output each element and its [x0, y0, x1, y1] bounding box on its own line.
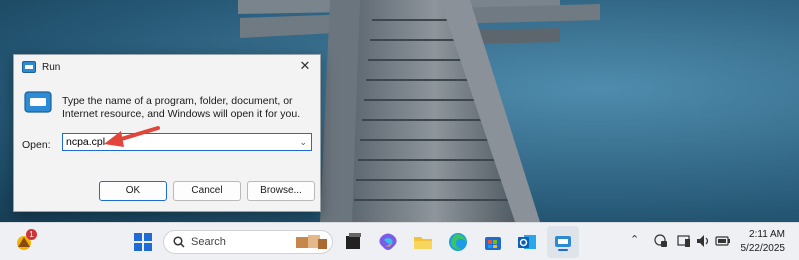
open-label: Open:: [22, 139, 51, 151]
open-input-value: ncpa.cpl: [66, 136, 106, 148]
chevron-down-icon[interactable]: ⌄: [299, 134, 307, 150]
file-explorer-icon[interactable]: [412, 231, 434, 253]
ok-button[interactable]: OK: [99, 181, 167, 201]
search-placeholder: Search: [191, 236, 226, 248]
vpn-icon[interactable]: [654, 234, 668, 248]
taskbar-search[interactable]: Search: [163, 230, 333, 254]
run-program-icon: [24, 91, 52, 113]
volume-icon[interactable]: [696, 234, 710, 248]
outlook-icon[interactable]: [516, 231, 538, 253]
battery-icon[interactable]: [715, 235, 731, 247]
search-icon: [173, 236, 185, 248]
phone-link-icon[interactable]: [677, 234, 691, 248]
remote-desktop-icon[interactable]: [552, 231, 574, 253]
search-highlight-icon: [296, 235, 327, 249]
store-icon[interactable]: [482, 231, 504, 253]
cancel-button[interactable]: Cancel: [173, 181, 241, 201]
chevron-up-icon[interactable]: ⌃: [630, 233, 639, 246]
edge-icon[interactable]: [447, 231, 469, 253]
run-dialog: Run ✕ Type the name of a program, folder…: [13, 54, 321, 212]
clock-date: 5/22/2025: [740, 243, 786, 254]
taskbar: Search ⌃ 2:11 AM 5/22/2025: [0, 222, 799, 260]
copilot-icon[interactable]: [377, 231, 399, 253]
clock-time: 2:11 AM: [749, 229, 785, 240]
open-input[interactable]: ncpa.cpl ⌄: [62, 133, 312, 151]
dialog-title: Run: [42, 61, 61, 73]
dialog-description: Type the name of a program, folder, docu…: [62, 95, 301, 120]
run-icon: [22, 61, 36, 73]
notification-badge: 1: [26, 229, 37, 240]
browse-button[interactable]: Browse...: [247, 181, 315, 201]
start-icon[interactable]: [132, 231, 154, 253]
system-clock[interactable]: 2:11 AM 5/22/2025: [741, 228, 786, 256]
run-titlebar[interactable]: Run ✕: [14, 55, 320, 79]
task-view-icon[interactable]: [342, 231, 364, 253]
close-icon[interactable]: ✕: [298, 59, 312, 73]
